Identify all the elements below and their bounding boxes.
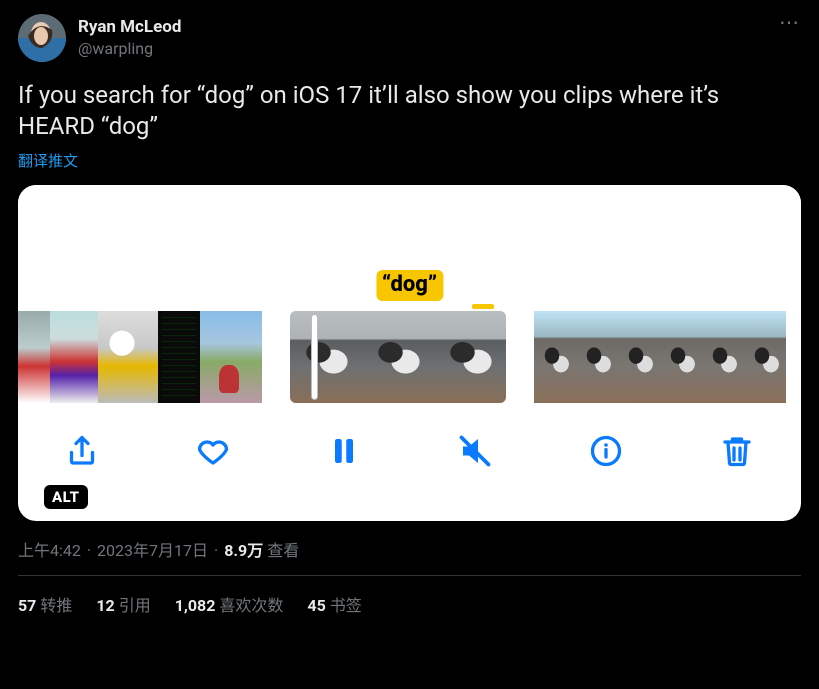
translate-link[interactable]: 翻译推文: [18, 150, 801, 171]
thumbnail[interactable]: [362, 311, 434, 403]
thumbnail[interactable]: [158, 311, 200, 403]
clip-group-1[interactable]: [18, 311, 262, 403]
thumbnail[interactable]: [534, 311, 576, 403]
thumbnail[interactable]: [50, 311, 98, 403]
likes-label: 喜欢次数: [219, 596, 283, 615]
thumbnail[interactable]: [618, 311, 660, 403]
thumbnail[interactable]: [744, 311, 786, 403]
thumbnail[interactable]: [98, 311, 158, 403]
author-name-block: Ryan McLeod @warpling: [78, 17, 181, 58]
handle[interactable]: @warpling: [78, 39, 181, 59]
tweet-container: ⋯ Ryan McLeod @warpling If you search fo…: [0, 0, 819, 616]
tweet-text: If you search for “dog” on iOS 17 it’ll …: [18, 80, 801, 142]
clip-group-3[interactable]: [534, 311, 786, 403]
stat-bookmarks[interactable]: 45 书签: [307, 592, 361, 616]
quotes-count: 12: [96, 596, 114, 615]
avatar-image: [18, 14, 66, 62]
tweet-header: Ryan McLeod @warpling: [18, 14, 801, 62]
meta-separator: ·: [212, 541, 220, 560]
pause-icon[interactable]: [320, 427, 368, 475]
share-icon[interactable]: [58, 427, 106, 475]
timeline-marker: [472, 304, 494, 309]
tweet-meta: 上午4:42 · 2023年7月17日 · 8.9万 查看: [18, 537, 801, 561]
stat-likes[interactable]: 1,082喜欢次数: [175, 592, 284, 616]
avatar[interactable]: [18, 14, 66, 62]
retweets-label: 转推: [40, 596, 72, 615]
quotes-label: 引用: [119, 596, 151, 615]
thumbnail[interactable]: [18, 311, 50, 403]
caption-label: “dog”: [376, 270, 443, 301]
media-card-top: “dog”: [18, 185, 801, 311]
meta-separator: ·: [85, 541, 93, 560]
bookmarks-count: 45: [307, 596, 325, 615]
clip-group-2-active[interactable]: [290, 311, 506, 403]
likes-count: 1,082: [175, 596, 216, 615]
tweet-date[interactable]: 2023年7月17日: [97, 537, 208, 561]
video-timeline[interactable]: [18, 311, 801, 403]
more-options-icon[interactable]: ⋯: [779, 10, 801, 34]
heart-icon[interactable]: [189, 427, 237, 475]
retweets-count: 57: [18, 596, 36, 615]
thumbnail[interactable]: [702, 311, 744, 403]
thumbnail[interactable]: [660, 311, 702, 403]
mute-icon[interactable]: [451, 427, 499, 475]
media-toolbar: [18, 403, 801, 521]
thumbnail[interactable]: [200, 311, 262, 403]
tweet-time[interactable]: 上午4:42: [18, 537, 81, 561]
display-name[interactable]: Ryan McLeod: [78, 17, 181, 38]
info-icon[interactable]: [582, 427, 630, 475]
views-count[interactable]: 8.9万: [224, 537, 263, 561]
views-label: 查看: [267, 537, 299, 561]
tweet-stats: 57转推 12 引用 1,082喜欢次数 45 书签: [18, 576, 801, 616]
stat-retweets[interactable]: 57转推: [18, 592, 72, 616]
thumbnail[interactable]: [434, 311, 506, 403]
thumbnail[interactable]: [576, 311, 618, 403]
thumbnail[interactable]: [290, 311, 362, 403]
alt-badge[interactable]: ALT: [44, 485, 88, 509]
trash-icon[interactable]: [713, 427, 761, 475]
bookmarks-label: 书签: [330, 596, 362, 615]
stat-quotes[interactable]: 12 引用: [96, 592, 150, 616]
media-card[interactable]: “dog”: [18, 185, 801, 521]
